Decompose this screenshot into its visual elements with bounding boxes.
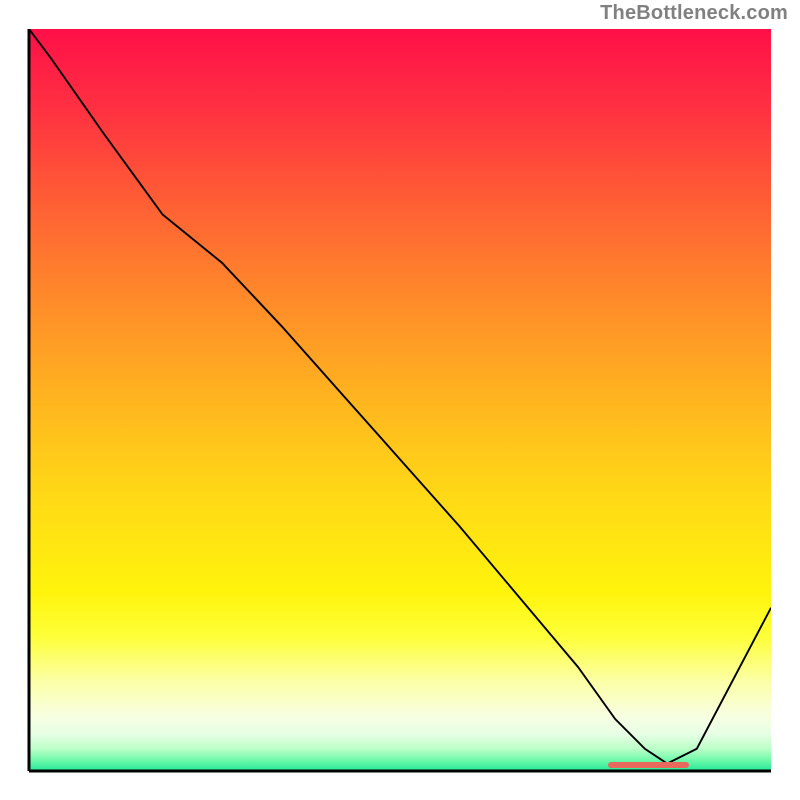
red-strip-annotation bbox=[608, 762, 690, 768]
plot-area bbox=[29, 29, 771, 771]
watermark-text: TheBottleneck.com bbox=[600, 2, 788, 25]
curve-path bbox=[29, 29, 771, 764]
chart-container: TheBottleneck.com bbox=[0, 0, 800, 800]
line-curve bbox=[29, 29, 771, 771]
